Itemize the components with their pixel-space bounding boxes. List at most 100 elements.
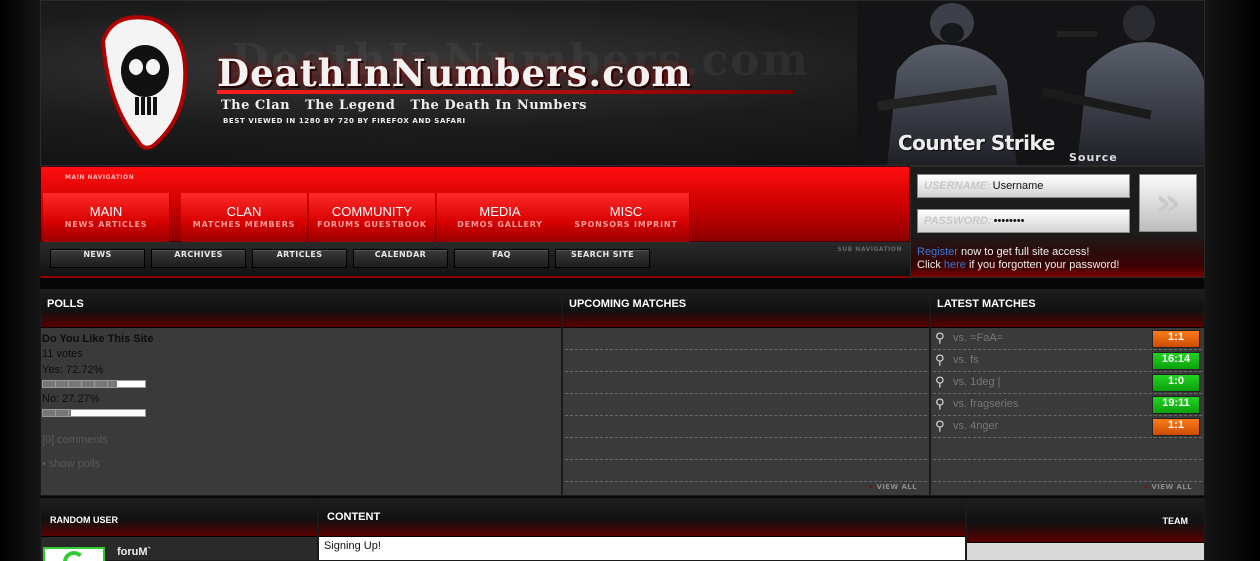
cs-game-icon: ⚲ bbox=[935, 375, 945, 390]
random-user-panel: RANDOM USER foruM` bbox=[40, 498, 318, 561]
random-user-name[interactable]: foruM` bbox=[117, 546, 151, 558]
panel-title: RANDOM USER bbox=[50, 515, 119, 525]
username-label: USERNAME: bbox=[924, 180, 991, 192]
panel-title: LATEST MATCHES bbox=[937, 298, 1036, 310]
poll-option-yes: Yes: 72.72% bbox=[42, 364, 104, 376]
match-opponent: vs. =FaA= bbox=[953, 332, 1004, 344]
sub-navigation-caption: Sub Navigation bbox=[837, 246, 902, 253]
panel-title: CONTENT bbox=[327, 511, 381, 523]
tagline: The Clan The Legend The Death In Numbers bbox=[221, 98, 597, 113]
random-user-header: RANDOM USER bbox=[41, 499, 317, 537]
skull-logo-icon[interactable] bbox=[93, 11, 193, 151]
nav-item-clan[interactable]: CLAN Matches Members bbox=[181, 193, 308, 242]
match-score: 1:1 bbox=[1152, 330, 1200, 348]
counter-strike-logo: Counter Strike bbox=[898, 131, 1055, 155]
content-panel: CONTENT Signing Up! bbox=[318, 498, 966, 561]
nav-item-label: COMMUNITY bbox=[331, 204, 413, 219]
upcoming-body: » View All bbox=[563, 328, 929, 495]
title-underline bbox=[217, 90, 793, 94]
site-header: DeathInNumbers.com DeathInNumbers.com Th… bbox=[40, 0, 1205, 166]
panel-title: POLLS bbox=[47, 298, 84, 310]
content-header: CONTENT bbox=[319, 499, 965, 537]
tagline-part: The Legend bbox=[305, 98, 396, 113]
page: DeathInNumbers.com DeathInNumbers.com Th… bbox=[0, 0, 1260, 561]
main-navigation: Main Navigation MAIN News Articles CLAN … bbox=[40, 166, 910, 242]
nav-item-misc[interactable]: MISC Sponsors Imprint bbox=[563, 193, 690, 242]
nav-item-sublabel: Demos Gallery bbox=[457, 220, 543, 229]
double-chevron-right-icon: » bbox=[1155, 180, 1181, 226]
match-score: 19:11 bbox=[1152, 396, 1200, 414]
tagline-part: The Death In Numbers bbox=[410, 98, 587, 113]
list-item bbox=[565, 394, 927, 416]
nav-item-media[interactable]: MEDIA Demos Gallery bbox=[437, 193, 564, 242]
match-score: 1:0 bbox=[1152, 374, 1200, 392]
main-navigation-caption: Main Navigation bbox=[65, 174, 135, 181]
cs-game-icon: ⚲ bbox=[935, 397, 945, 412]
nav-item-sublabel: Sponsors Imprint bbox=[574, 220, 678, 229]
nav-item-community[interactable]: COMMUNITY Forums Guestbook bbox=[309, 193, 436, 242]
best-viewed-note: Best viewed in 1280 by 720 by Firefox an… bbox=[223, 117, 466, 125]
subnav-search-button[interactable]: Search Site bbox=[555, 249, 650, 268]
subnav-faq-button[interactable]: FAQ bbox=[454, 249, 549, 268]
poll-option-no: No: 27.27% bbox=[42, 393, 100, 405]
login-submit-button[interactable]: » bbox=[1139, 174, 1197, 232]
nav-item-label: MEDIA bbox=[479, 204, 521, 219]
subnav-calendar-button[interactable]: Calendar bbox=[353, 249, 448, 268]
list-item bbox=[933, 460, 1202, 482]
list-item bbox=[565, 350, 927, 372]
polls-body: Do You Like This Site 11 votes Yes: 72.7… bbox=[41, 328, 561, 495]
panel-title: UPCOMING MATCHES bbox=[569, 298, 687, 310]
subnav-news-button[interactable]: News bbox=[50, 249, 145, 268]
subnav-archives-button[interactable]: Archives bbox=[151, 249, 246, 268]
team-panel: TEAM bbox=[966, 498, 1205, 561]
list-item bbox=[565, 372, 927, 394]
password-value: •••••••• bbox=[993, 215, 1025, 227]
polls-header: POLLS bbox=[41, 290, 561, 328]
avatar[interactable] bbox=[43, 547, 105, 561]
list-item bbox=[565, 460, 927, 482]
poll-votes: 11 votes bbox=[42, 348, 83, 360]
nav-item-sublabel: Matches Members bbox=[192, 220, 296, 229]
content-item-link[interactable]: Signing Up! bbox=[324, 540, 381, 552]
tagline-part: The Clan bbox=[221, 98, 291, 113]
subnav-articles-button[interactable]: Articles bbox=[252, 249, 347, 268]
latest-matches-panel: LATEST MATCHES ⚲ vs. =FaA= 1:1 ⚲ vs. fs … bbox=[930, 289, 1205, 496]
match-row[interactable]: ⚲ vs. 4nger 1:1 bbox=[933, 416, 1202, 438]
show-polls-link[interactable]: • show polls bbox=[42, 458, 100, 470]
poll-fill bbox=[43, 410, 71, 416]
password-field[interactable]: PASSWORD: •••••••• bbox=[917, 209, 1130, 233]
nav-item-label: MAIN bbox=[89, 204, 123, 219]
cs-game-icon: ⚲ bbox=[935, 419, 945, 434]
register-text: now to get full site access! bbox=[957, 246, 1090, 258]
upcoming-view-all-link[interactable]: » View All bbox=[869, 483, 917, 491]
register-link[interactable]: Register bbox=[917, 246, 958, 258]
forgot-password-link[interactable]: here bbox=[944, 259, 966, 271]
list-item bbox=[933, 438, 1202, 460]
match-row[interactable]: ⚲ vs. fragseries 19:11 bbox=[933, 394, 1202, 416]
username-field[interactable]: USERNAME: Username bbox=[917, 174, 1130, 198]
view-all-label: View All bbox=[1151, 483, 1192, 491]
latest-view-all-link[interactable]: » View All bbox=[1144, 483, 1192, 491]
login-help-text: Register now to get full site access! Cl… bbox=[917, 246, 1119, 272]
match-opponent: vs. fragseries bbox=[953, 398, 1019, 410]
site-title[interactable]: DeathInNumbers.com bbox=[217, 51, 692, 95]
list-item bbox=[565, 416, 927, 438]
nav-item-sublabel: News Articles bbox=[64, 220, 148, 229]
password-label: PASSWORD: bbox=[924, 215, 992, 227]
panel-title: TEAM bbox=[1162, 516, 1189, 526]
match-opponent: vs. 1deg | bbox=[953, 376, 1001, 388]
forgot-suffix: if you forgotten your password! bbox=[965, 259, 1120, 271]
poll-comments-link[interactable]: [0] comments bbox=[42, 434, 108, 446]
poll-fill bbox=[43, 381, 118, 387]
avatar-logo-icon bbox=[63, 551, 85, 561]
list-item bbox=[565, 328, 927, 350]
team-header: TEAM bbox=[967, 499, 1204, 543]
nav-item-main[interactable]: MAIN News Articles bbox=[43, 193, 170, 242]
login-box: USERNAME: Username PASSWORD: •••••••• » Re… bbox=[910, 166, 1205, 278]
match-row[interactable]: ⚲ vs. fs 16:14 bbox=[933, 350, 1202, 372]
match-opponent: vs. 4nger bbox=[953, 420, 999, 432]
match-row[interactable]: ⚲ vs. =FaA= 1:1 bbox=[933, 328, 1202, 350]
match-score: 1:1 bbox=[1152, 418, 1200, 436]
counter-strike-logo-sub: Source bbox=[1069, 151, 1118, 164]
match-row[interactable]: ⚲ vs. 1deg | 1:0 bbox=[933, 372, 1202, 394]
